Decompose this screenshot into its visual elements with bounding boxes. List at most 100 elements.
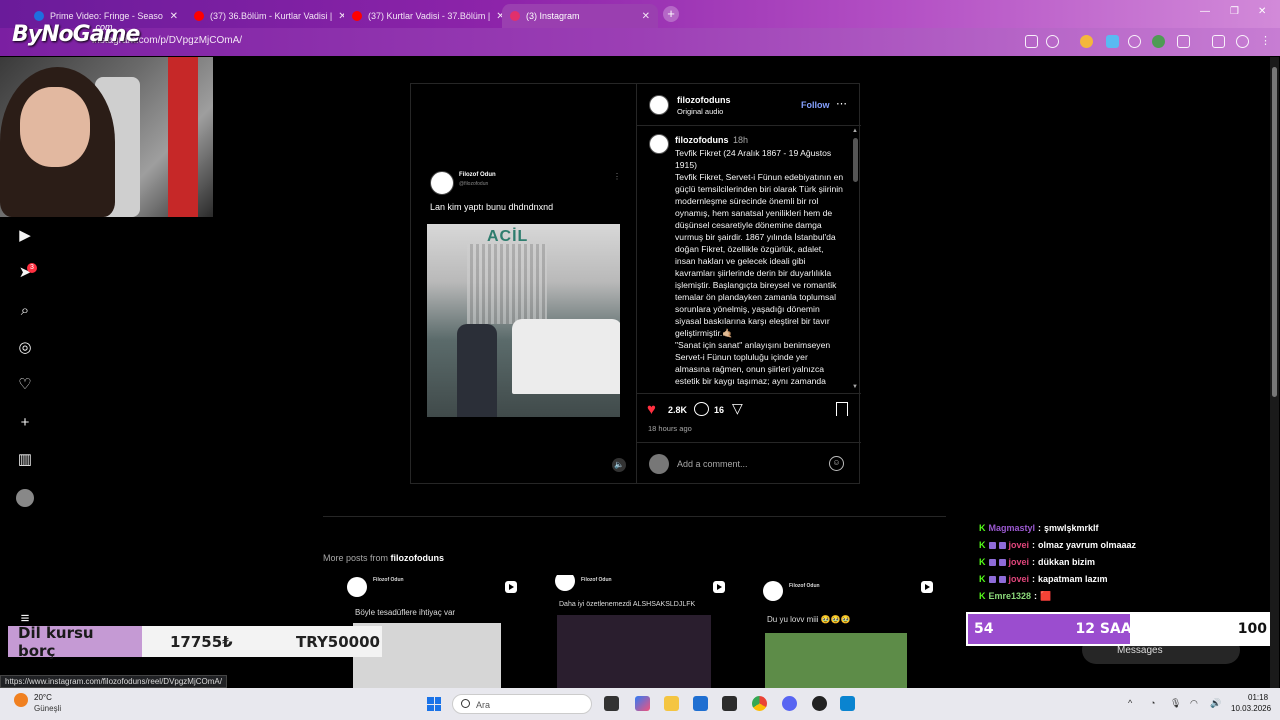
kick-badge-icon: K	[979, 591, 986, 601]
emoji-icon[interactable]: ☺	[829, 456, 844, 471]
browser-tab-bar: Prime Video: Fringe - Seaso ✕ (37) 36.Bö…	[0, 0, 1280, 28]
dashboard-icon[interactable]: ▥	[16, 451, 34, 469]
notifications-heart-icon[interactable]: ♡	[16, 376, 34, 394]
goal-current: 54	[974, 621, 994, 637]
browser-menu-icon[interactable]: ⋮	[1260, 35, 1273, 48]
more-options-icon[interactable]: ⋯	[836, 97, 847, 110]
minimize-icon[interactable]: —	[1200, 6, 1210, 17]
more-posts-username[interactable]: filozofoduns	[391, 553, 445, 563]
maximize-icon[interactable]: ❐	[1230, 6, 1239, 17]
reel-icon	[713, 581, 725, 593]
kick-badge-icon: K	[979, 557, 986, 567]
tab-instagram[interactable]: (3) Instagram ✕	[502, 4, 658, 28]
author-avatar[interactable]	[649, 95, 669, 115]
chat-username[interactable]: jovei	[1009, 537, 1030, 554]
weather-description[interactable]: Güneşli	[34, 704, 61, 713]
app-icon[interactable]	[840, 696, 855, 711]
hospital-sign: ACİL	[487, 228, 529, 245]
post-details: filozofoduns Original audio Follow ⋯ fil…	[636, 84, 861, 483]
discord-icon[interactable]	[782, 696, 797, 711]
extensions-puzzle-icon[interactable]	[1177, 35, 1190, 48]
volume-icon[interactable]: 🔈	[612, 458, 626, 472]
close-window-icon[interactable]: ✕	[1258, 6, 1266, 17]
reading-list-icon[interactable]	[1212, 35, 1225, 48]
audio-label[interactable]: Original audio	[677, 107, 723, 116]
weather-temperature[interactable]: 20°C	[34, 693, 52, 702]
tab-kurtlar-vadisi-36[interactable]: (37) 36.Bölüm - Kurtlar Vadisi | ✕	[186, 4, 344, 28]
tweet-avatar	[430, 171, 454, 195]
comment-count[interactable]: 16	[714, 405, 724, 415]
weather-sun-icon[interactable]	[14, 693, 28, 707]
chat-message: Kjovei : kapatmam lazım	[979, 571, 1269, 588]
tab-kurtlar-vadisi-37[interactable]: (37) Kurtlar Vadisi - 37.Bölüm | ✕	[344, 4, 502, 28]
file-explorer-icon[interactable]	[664, 696, 679, 711]
kick-badge-icon: K	[979, 574, 986, 584]
chat-username[interactable]: jovei	[1009, 571, 1030, 588]
create-icon[interactable]: +	[16, 414, 34, 432]
save-bookmark-icon[interactable]	[836, 402, 848, 416]
chat-username[interactable]: jovei	[1009, 554, 1030, 571]
more-post-thumbnail[interactable]: Filozof Odun Daha iyi özetlenemezdi ALSH…	[531, 575, 737, 688]
scroll-thumb[interactable]	[853, 138, 858, 182]
copilot-icon[interactable]	[635, 696, 650, 711]
app-icon[interactable]	[722, 696, 737, 711]
like-heart-icon[interactable]: ♥	[647, 402, 656, 417]
chat-text: 🟥	[1040, 591, 1052, 601]
author-username[interactable]: filozofoduns	[677, 95, 731, 105]
taskbar-search[interactable]: Ara	[452, 694, 592, 714]
store-icon[interactable]	[693, 696, 708, 711]
cast-icon[interactable]	[1025, 35, 1038, 48]
goal-title: 12 SAAT YAYIN	[1075, 621, 1191, 637]
profile-avatar[interactable]	[16, 489, 34, 507]
scroll-up-icon[interactable]: ▲	[852, 128, 858, 134]
profile-avatar[interactable]	[1236, 35, 1249, 48]
clock-time[interactable]: 01:18	[1248, 693, 1268, 702]
stream-chat: K Magmastyl : şmwlşkmrklf Kjovei : olmaz y…	[979, 520, 1269, 605]
task-view-icon[interactable]	[604, 696, 619, 711]
extension-icon[interactable]	[1106, 35, 1119, 48]
more-post-thumbnail[interactable]: Filozof Odun Du yu lovv miii 🥹🥹🥹	[739, 575, 945, 688]
search-icon[interactable]: ⌕	[16, 302, 34, 320]
page-scrollbar[interactable]	[1270, 57, 1279, 688]
microphone-icon[interactable]: 🎙	[1170, 698, 1181, 709]
extension-icon[interactable]	[1152, 35, 1165, 48]
reels-icon[interactable]: ▶	[16, 227, 34, 245]
scroll-thumb[interactable]	[1272, 67, 1277, 397]
post-media[interactable]: Filozof Odun @filozofodun ⋮ Lan kim yapt…	[411, 84, 636, 483]
volume-icon[interactable]: 🔊	[1210, 698, 1221, 709]
tweet-more-icon: ⋮	[613, 172, 621, 181]
bookmark-star-icon[interactable]	[1046, 35, 1059, 48]
like-count[interactable]: 2.8K	[668, 405, 687, 415]
scroll-down-icon[interactable]: ▼	[852, 384, 858, 390]
wifi-icon[interactable]: ◠	[1190, 698, 1198, 709]
chat-username[interactable]: Magmastyl	[989, 520, 1036, 537]
address-bar: instagram.com/p/DVpgzMjCOmA/ ⋮	[0, 28, 1280, 56]
tray-expand-icon[interactable]: ^	[1128, 698, 1132, 708]
link-preview-status: https://www.instagram.com/filozofoduns/r…	[0, 675, 227, 688]
subscriber-badge-icon	[998, 542, 1006, 549]
tab-title: (37) 36.Bölüm - Kurtlar Vadisi |	[210, 11, 333, 21]
caption-username[interactable]: filozofoduns	[675, 135, 729, 145]
extension-icon[interactable]	[1128, 35, 1141, 48]
police-officer	[457, 324, 497, 417]
extension-icon[interactable]	[1080, 35, 1093, 48]
streamer-webcam	[0, 57, 213, 217]
network-icon[interactable]: ◔	[1150, 698, 1155, 708]
new-tab-button[interactable]: +	[663, 6, 679, 22]
caption-scrollbar[interactable]: ▲ ▼	[851, 128, 859, 392]
clock-date[interactable]: 10.03.2026	[1231, 704, 1271, 713]
comment-icon[interactable]	[694, 402, 709, 416]
share-icon[interactable]: ▽	[732, 401, 743, 416]
chat-username[interactable]: Emre1328	[989, 588, 1032, 605]
stream-logo-suffix: .com	[93, 22, 113, 32]
close-icon[interactable]: ✕	[170, 11, 178, 22]
windows-start-icon[interactable]	[427, 697, 441, 711]
explore-icon[interactable]: ◎	[16, 339, 34, 357]
close-icon[interactable]: ✕	[642, 11, 650, 22]
obs-icon[interactable]	[812, 696, 827, 711]
divider	[637, 393, 861, 394]
follow-button[interactable]: Follow	[801, 100, 830, 110]
caption-avatar[interactable]	[649, 134, 669, 154]
chrome-icon[interactable]	[752, 696, 767, 711]
comment-input[interactable]	[677, 454, 817, 474]
